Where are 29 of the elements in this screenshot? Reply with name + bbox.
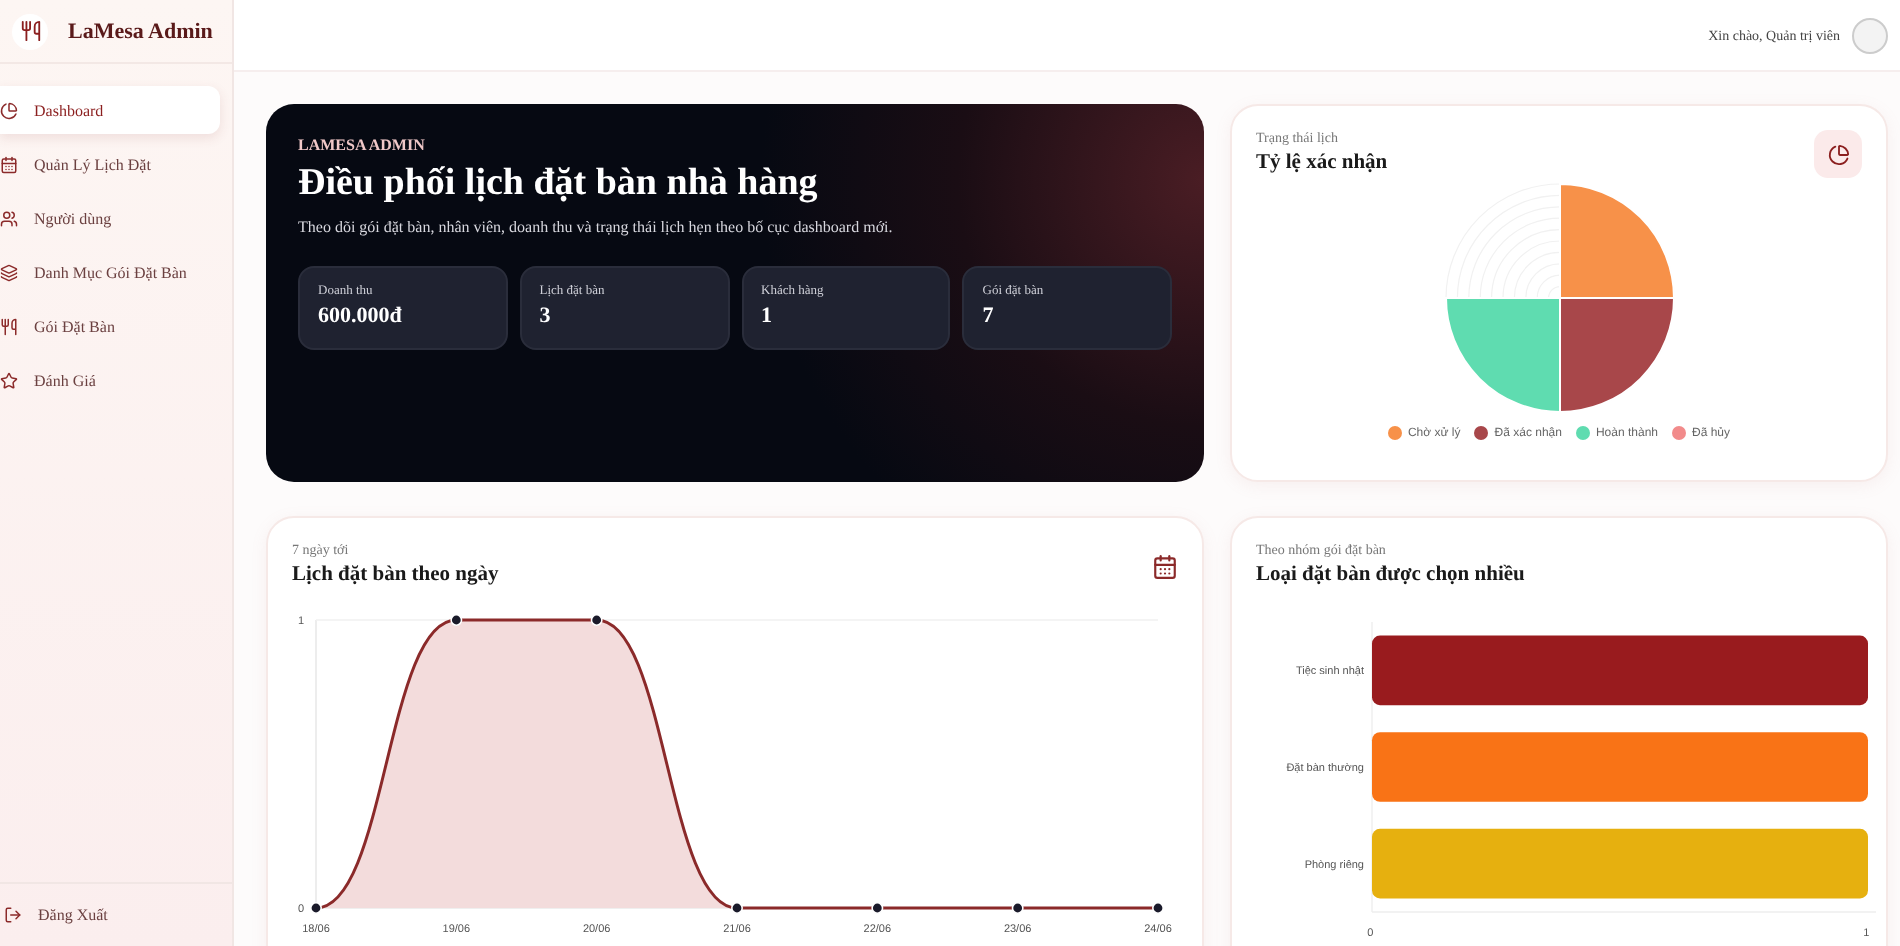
nav-item[interactable]: Người dùng bbox=[0, 194, 220, 242]
nav-item[interactable]: Danh Mục Gói Đặt Bàn bbox=[0, 248, 220, 296]
nav-item[interactable]: Dashboard bbox=[0, 86, 220, 134]
hero-title: Điều phối lịch đặt bàn nhà hàng bbox=[298, 162, 820, 206]
card-title: Lịch đặt bàn theo ngày bbox=[292, 564, 499, 586]
stat-value: 7 bbox=[982, 304, 996, 328]
pie-chart-icon bbox=[1814, 130, 1862, 178]
hero-eyebrow: LAMESA ADMIN bbox=[298, 136, 427, 154]
brand-name: LaMesa Admin bbox=[68, 19, 213, 43]
users-icon bbox=[0, 209, 18, 227]
pie-chart-icon bbox=[0, 101, 18, 119]
nav-item[interactable]: Đánh Giá bbox=[0, 356, 220, 404]
layers-icon bbox=[0, 263, 18, 281]
stat-value: 1 bbox=[761, 304, 774, 328]
nav-item[interactable]: Quản Lý Lịch Đặt bbox=[0, 140, 220, 188]
hero-subtitle: Theo dõi gói đặt bàn, nhân viên, doanh thu và trạng thái lịch hẹn theo bố cục dashboard mới. bbox=[298, 218, 895, 236]
utensils-icon bbox=[12, 13, 48, 49]
avatar[interactable] bbox=[1852, 17, 1888, 53]
star-icon bbox=[0, 371, 18, 389]
stat-value: 3 bbox=[539, 304, 553, 328]
nav-item[interactable]: Gói Đặt Bàn bbox=[0, 302, 220, 350]
card-title: Loại đặt bàn được chọn nhiều bbox=[1256, 564, 1525, 586]
calendar-icon bbox=[1152, 554, 1178, 580]
calendar-icon bbox=[0, 155, 18, 173]
logout-icon bbox=[4, 906, 22, 924]
card-title: Tỷ lệ xác nhận bbox=[1256, 152, 1388, 174]
stat-value: 600.000đ bbox=[318, 304, 404, 328]
utensils-icon bbox=[0, 317, 18, 335]
logout-link[interactable]: Đăng Xuất bbox=[0, 882, 232, 946]
